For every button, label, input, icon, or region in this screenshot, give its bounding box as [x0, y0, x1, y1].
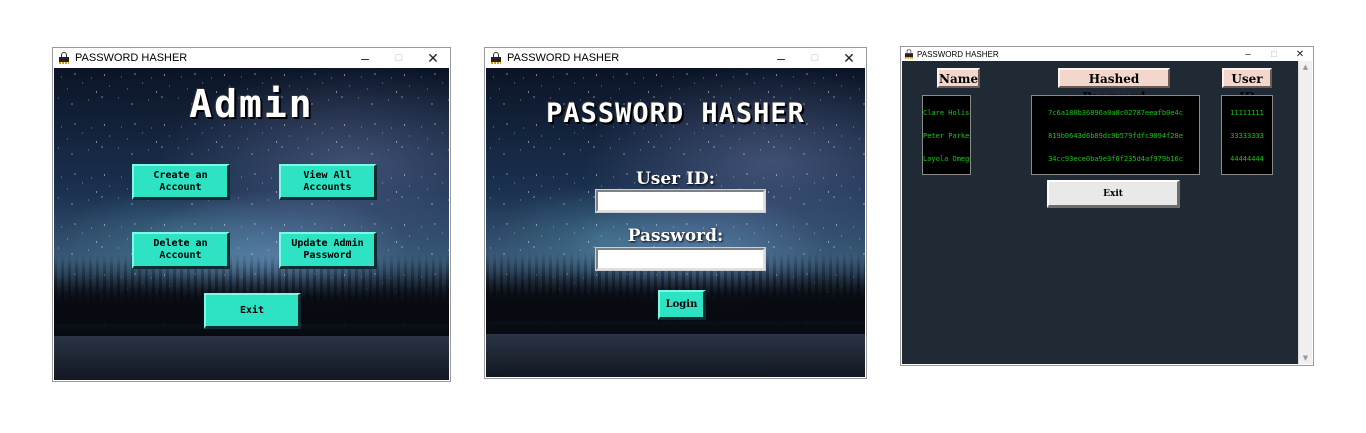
accounts-panel: Name Hashed Password User ID Clare Holis…: [902, 61, 1299, 364]
update-admin-password-button[interactable]: Update Admin Password: [279, 232, 377, 269]
user-id-column: 11111111 33333333 44444444: [1221, 95, 1273, 175]
admin-window: PASSWORD HASHER – □ ✕ Admin Create an Ac…: [52, 47, 451, 382]
maximize-button[interactable]: □: [1261, 49, 1287, 60]
hashed-password-header: Hashed Password: [1058, 68, 1170, 104]
list-item: 11111111: [1230, 109, 1264, 117]
list-item: 44444444: [1230, 155, 1264, 163]
user-id-input[interactable]: [595, 189, 766, 213]
minimize-button[interactable]: –: [348, 50, 382, 66]
list-item: Peter Parker: [923, 132, 970, 140]
view-all-accounts-button[interactable]: View All Accounts: [279, 164, 377, 200]
admin-heading: Admin: [189, 82, 314, 126]
list-item: Loyola Omega: [923, 155, 970, 163]
name-header: Name: [937, 68, 980, 88]
app-lock-icon: [491, 52, 501, 64]
scroll-down-icon[interactable]: ▼: [1299, 354, 1312, 362]
name-column: Clare Holison Peter Parker Loyola Omega: [922, 95, 971, 175]
list-item: 33333333: [1230, 132, 1264, 140]
minimize-button[interactable]: –: [764, 50, 798, 66]
user-id-header: User ID: [1222, 68, 1272, 104]
scroll-up-icon[interactable]: ▲: [1299, 63, 1312, 71]
hash-column: 7c6a180b36896a0a8c02787eeafb0e4c 819b064…: [1031, 95, 1200, 175]
close-button[interactable]: ✕: [1287, 49, 1313, 60]
title-bar[interactable]: PASSWORD HASHER – □ ✕: [53, 48, 450, 68]
app-lock-icon: [59, 52, 69, 64]
maximize-button[interactable]: □: [798, 52, 832, 64]
exit-button[interactable]: Exit: [1047, 180, 1180, 208]
login-button[interactable]: Login: [658, 290, 706, 320]
title-bar[interactable]: PASSWORD HASHER – □ ✕: [901, 47, 1313, 61]
app-lock-icon: [905, 49, 913, 59]
app-heading: PASSWORD HASHER: [546, 98, 805, 129]
list-item: 7c6a180b36896a0a8c02787eeafb0e4c: [1048, 109, 1183, 117]
delete-account-button[interactable]: Delete an Account: [132, 232, 230, 269]
list-item: 34cc93ece0ba9e3f6f235d4af979b16c: [1048, 155, 1183, 163]
maximize-button[interactable]: □: [382, 52, 416, 64]
create-account-button[interactable]: Create an Account: [132, 164, 230, 200]
title-bar[interactable]: PASSWORD HASHER – □ ✕: [485, 48, 866, 68]
list-item: 819b0643d6b89dc9b579fdfc9094f28e: [1048, 132, 1183, 140]
window-title: PASSWORD HASHER: [507, 52, 620, 64]
night-sky-background: PASSWORD HASHER User ID: Password: Login: [486, 68, 865, 377]
user-id-label: User ID:: [635, 169, 716, 189]
accounts-window: PASSWORD HASHER – □ ✕ Name Hashed Passwo…: [900, 46, 1314, 366]
minimize-button[interactable]: –: [1235, 49, 1261, 60]
vertical-scrollbar[interactable]: ▲ ▼: [1298, 61, 1312, 364]
close-button[interactable]: ✕: [832, 50, 866, 67]
password-input[interactable]: [595, 247, 766, 271]
list-item: Clare Holison: [923, 109, 970, 117]
window-title: PASSWORD HASHER: [75, 52, 188, 64]
login-window: PASSWORD HASHER – □ ✕ PASSWORD HASHER Us…: [484, 47, 867, 379]
night-sky-background: Admin Create an Account View All Account…: [54, 68, 449, 380]
exit-button[interactable]: Exit: [204, 293, 301, 329]
window-title: PASSWORD HASHER: [917, 49, 999, 59]
password-label: Password:: [627, 226, 724, 246]
close-button[interactable]: ✕: [416, 50, 450, 67]
